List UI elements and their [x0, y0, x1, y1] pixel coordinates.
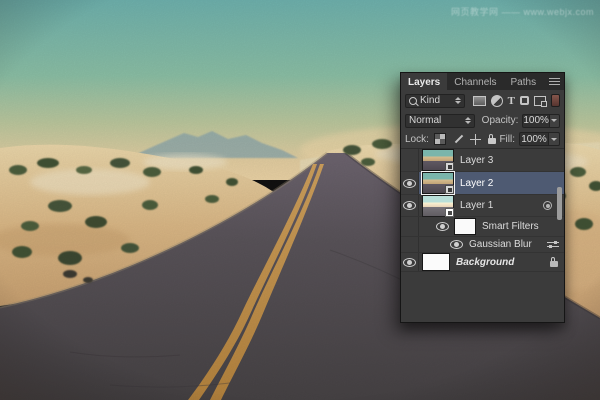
eye-icon	[403, 201, 416, 210]
visibility-well-empty	[401, 237, 419, 252]
layer-row-gaussian-blur[interactable]: Gaussian Blur	[401, 237, 564, 253]
layer1-thumbnail[interactable]	[422, 195, 454, 217]
panel-menu-icon[interactable]	[549, 78, 560, 85]
background-locked-padlock-icon	[550, 261, 558, 267]
smart-object-badge-icon	[445, 208, 454, 217]
eye-icon	[403, 179, 416, 188]
opacity-value[interactable]: 100%	[522, 114, 550, 128]
chevron-updown-icon	[465, 117, 471, 124]
photoshop-canvas: 网页教学网 —— www.webjx.com Layers Channels P…	[0, 0, 600, 400]
blend-mode-value: Normal	[409, 115, 463, 126]
opacity-dropdown-button[interactable]	[550, 114, 560, 128]
adjustment-filter-icon[interactable]	[491, 95, 503, 107]
filter-kind-dropdown[interactable]: Kind	[405, 94, 465, 108]
blend-mode-dropdown[interactable]: Normal	[405, 114, 475, 128]
lock-position-move-icon[interactable]	[470, 134, 481, 145]
fill-dropdown-button[interactable]	[549, 132, 560, 146]
search-icon	[409, 97, 417, 105]
layer-list: Layer 3 Layer 2 Layer 1	[401, 149, 564, 322]
pixel-layer-filter-icon[interactable]	[473, 96, 486, 106]
filter-kind-label: Kind	[420, 95, 450, 106]
shape-filter-icon[interactable]	[520, 96, 529, 105]
smart-filters-indicator-icon[interactable]	[543, 201, 552, 210]
layer3-thumbnail[interactable]	[422, 149, 454, 171]
layer-name[interactable]: Layer 1	[460, 200, 493, 211]
lock-bar: Lock: Fill: 100%	[401, 130, 564, 149]
tab-layers[interactable]: Layers	[401, 73, 447, 90]
watermark-text: 网页教学网 —— www.webjx.com	[451, 5, 594, 18]
layer2-thumbnail[interactable]	[422, 172, 454, 194]
layer-name[interactable]: Gaussian Blur	[469, 239, 532, 250]
type-filter-icon[interactable]: T	[508, 96, 515, 106]
smart-object-badge-icon	[445, 185, 454, 194]
filter-toggle-switch[interactable]	[551, 94, 560, 107]
layer-row-smart-filters[interactable]: Smart Filters	[401, 217, 564, 237]
visibility-well-empty	[401, 217, 419, 236]
layer-name[interactable]: Layer 3	[460, 155, 493, 166]
lock-label: Lock:	[405, 134, 429, 145]
eye-icon	[403, 258, 416, 267]
visibility-well[interactable]	[401, 172, 419, 194]
smart-filters-mask-thumbnail[interactable]	[454, 218, 476, 235]
layer-row-layer3[interactable]: Layer 3	[401, 149, 564, 172]
layer-row-background[interactable]: Background	[401, 253, 564, 272]
visibility-well-empty[interactable]	[401, 149, 419, 171]
layer-list-empty-area	[401, 272, 564, 322]
layers-panel: Layers Channels Paths Kind T	[400, 72, 565, 323]
chevron-updown-icon	[455, 97, 461, 104]
layer-row-layer1[interactable]: Layer 1	[401, 195, 564, 217]
filter-bar: Kind T	[401, 90, 564, 111]
lock-all-padlock-icon[interactable]	[488, 138, 496, 144]
fill-label: Fill:	[499, 134, 515, 145]
layer-name[interactable]: Smart Filters	[482, 221, 539, 232]
background-thumbnail[interactable]	[422, 253, 450, 271]
layer-name[interactable]: Layer 2	[460, 178, 493, 189]
lock-transparency-icon[interactable]	[434, 133, 446, 145]
panel-tab-bar: Layers Channels Paths	[401, 73, 564, 90]
visibility-well[interactable]	[401, 195, 419, 216]
filter-type-icons: T	[473, 94, 560, 107]
layer-row-layer2[interactable]: Layer 2	[401, 172, 564, 195]
eye-icon[interactable]	[436, 222, 449, 231]
opacity-label: Opacity:	[482, 115, 519, 126]
smart-object-filter-icon[interactable]	[534, 96, 546, 106]
tab-channels[interactable]: Channels	[447, 73, 503, 90]
fill-value[interactable]: 100%	[519, 132, 549, 146]
layer-name[interactable]: Background	[456, 257, 514, 268]
filter-blending-options-icon[interactable]	[547, 240, 559, 249]
visibility-well[interactable]	[401, 253, 419, 271]
tab-paths[interactable]: Paths	[504, 73, 544, 90]
layer-list-scrollbar[interactable]	[557, 187, 562, 220]
smart-object-badge-icon	[445, 162, 454, 171]
lock-pixels-brush-icon[interactable]	[453, 134, 463, 144]
eye-icon[interactable]	[450, 240, 463, 249]
blend-bar: Normal Opacity: 100%	[401, 111, 564, 130]
